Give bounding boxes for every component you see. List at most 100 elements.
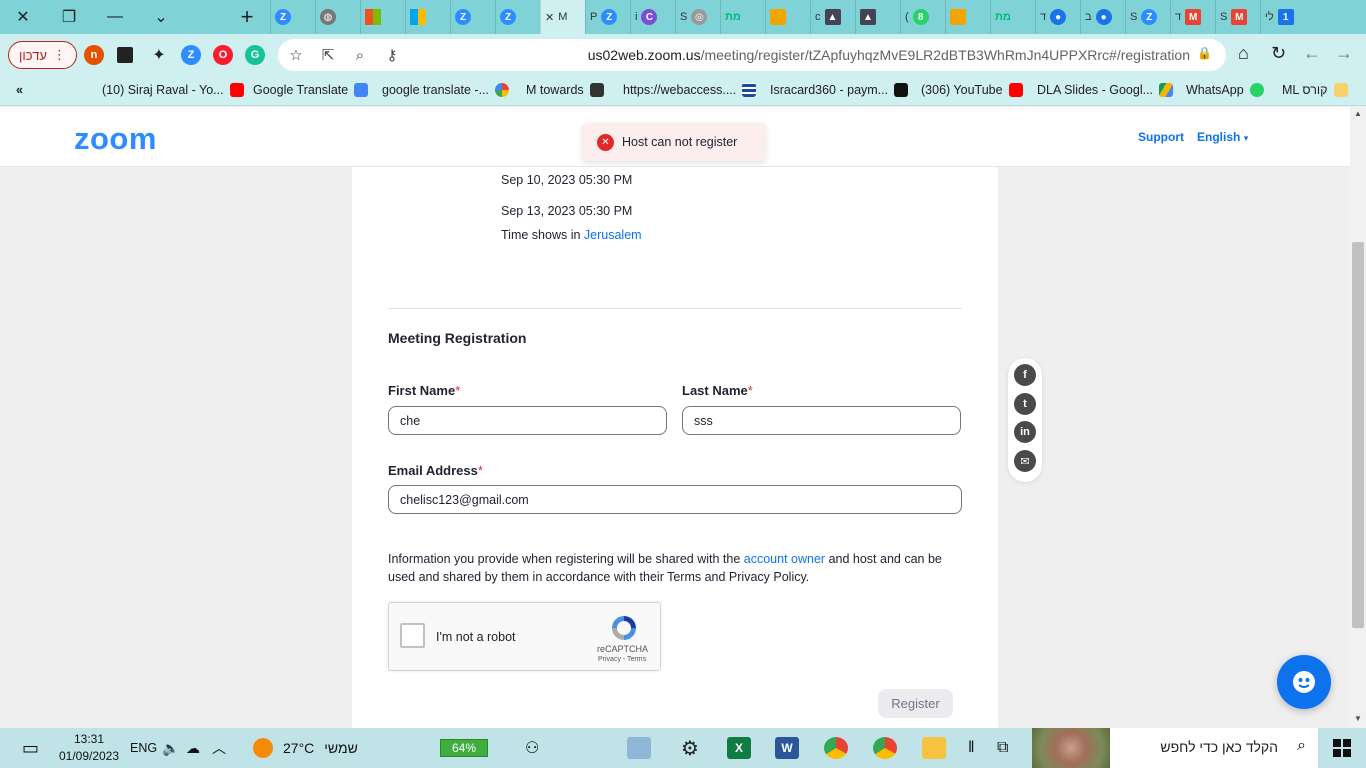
- scroll-down-arrow-icon[interactable]: ▼: [1354, 714, 1362, 723]
- browser-tab[interactable]: Z: [495, 0, 540, 34]
- first-name-field[interactable]: [388, 406, 667, 435]
- file-explorer-icon[interactable]: [922, 737, 946, 759]
- update-browser-button[interactable]: עדכון ⋮: [8, 41, 77, 69]
- url-text[interactable]: us02web.zoom.us/meeting/register/tZApfuy…: [588, 47, 1190, 63]
- weather-widget[interactable]: 27°C שמשי: [253, 728, 358, 768]
- zoom-logo[interactable]: zoom: [74, 121, 157, 157]
- chat-assistant-button[interactable]: [1277, 655, 1331, 709]
- profile-avatar-icon[interactable]: n: [84, 45, 104, 65]
- people-icon[interactable]: ⚇: [525, 728, 539, 768]
- browser-tab[interactable]: c ▲: [810, 0, 855, 34]
- youtube-icon: [1008, 83, 1023, 97]
- register-button[interactable]: Register: [878, 689, 953, 718]
- show-hidden-icons-chevron[interactable]: ︿: [212, 728, 226, 768]
- sidebar-panel-icon[interactable]: [117, 47, 133, 63]
- recaptcha-checkbox[interactable]: [400, 623, 425, 648]
- zoom-extension-icon[interactable]: Z: [181, 45, 201, 65]
- chrome-icon[interactable]: [824, 737, 848, 759]
- browser-tab[interactable]: ב ●: [1080, 0, 1125, 34]
- excel-icon[interactable]: X: [727, 737, 751, 759]
- bookmark-item[interactable]: (10) Siraj Raval - Yo...: [102, 83, 244, 97]
- browser-tab[interactable]: [405, 0, 450, 34]
- bookmark-folder[interactable]: ML קורס: [1282, 83, 1348, 97]
- bookmarks-overflow-icon[interactable]: «: [16, 83, 23, 97]
- omnibox[interactable]: ☆ ⇱ ⌕ ⚷ us02web.zoom.us/meeting/register…: [278, 39, 1226, 71]
- browser-tab[interactable]: [360, 0, 405, 34]
- tab-search-chevron-icon[interactable]: ⌄: [138, 0, 184, 34]
- word-icon[interactable]: W: [775, 737, 799, 759]
- browser-tab[interactable]: לי 1: [1260, 0, 1305, 34]
- home-icon[interactable]: ⌂: [1238, 43, 1249, 64]
- bookmark-item[interactable]: Isracard360 - paym...: [770, 83, 909, 97]
- chrome-icon[interactable]: [873, 737, 897, 759]
- account-owner-link[interactable]: account owner: [744, 552, 825, 566]
- task-view-icon[interactable]: ⧉: [997, 728, 1008, 768]
- browser-tab[interactable]: SZ: [1125, 0, 1170, 34]
- browser-tab[interactable]: מת: [990, 0, 1035, 34]
- reload-icon[interactable]: ↻: [1271, 43, 1286, 64]
- email-icon[interactable]: ✉: [1014, 450, 1036, 472]
- bookmark-star-icon[interactable]: ☆: [280, 46, 312, 64]
- browser-tab[interactable]: ◍: [315, 0, 360, 34]
- bookmark-item[interactable]: M towards: [526, 83, 604, 97]
- opera-extension-icon[interactable]: O: [213, 45, 233, 65]
- recaptcha-terms-link[interactable]: Privacy - Terms: [598, 656, 646, 663]
- minimize-window-icon[interactable]: —: [92, 0, 138, 34]
- restore-window-icon[interactable]: ❐: [46, 0, 92, 34]
- bookmark-item[interactable]: https://webaccess....: [623, 83, 757, 97]
- browser-tab[interactable]: [945, 0, 990, 34]
- scrollbar-thumb[interactable]: [1352, 242, 1364, 628]
- close-tab-icon[interactable]: ✕: [545, 11, 554, 24]
- browser-tab[interactable]: PZ: [585, 0, 630, 34]
- bookmark-item[interactable]: Google Translate: [253, 83, 369, 97]
- zoom-lens-icon[interactable]: ⌕: [344, 47, 376, 64]
- browser-tab[interactable]: [765, 0, 810, 34]
- recaptcha-label: I'm not a robot: [436, 630, 516, 644]
- scroll-up-arrow-icon[interactable]: ▲: [1354, 109, 1362, 118]
- language-dropdown[interactable]: English ▾: [1197, 130, 1248, 144]
- browser-tab[interactable]: Z: [270, 0, 315, 34]
- browser-tab[interactable]: S ◎: [675, 0, 720, 34]
- settings-gear-icon[interactable]: ⚙: [678, 737, 702, 760]
- page-scrollbar[interactable]: ▲ ▼: [1350, 107, 1366, 728]
- bookmark-item[interactable]: WhatsApp: [1186, 83, 1264, 97]
- close-window-icon[interactable]: ✕: [0, 0, 46, 34]
- volume-muted-icon[interactable]: 🔈: [162, 728, 179, 768]
- twitter-icon[interactable]: t: [1014, 393, 1036, 415]
- bookmark-item[interactable]: DLA Slides - Googl...: [1037, 83, 1174, 97]
- grammarly-extension-icon[interactable]: G: [245, 45, 265, 65]
- last-name-field[interactable]: [682, 406, 961, 435]
- browser-tab[interactable]: (8: [900, 0, 945, 34]
- share-icon[interactable]: ⇱: [312, 46, 344, 64]
- browser-tab[interactable]: ד ●: [1035, 0, 1080, 34]
- pause-icon[interactable]: ‖: [968, 728, 975, 768]
- browser-tab[interactable]: SM: [1215, 0, 1260, 34]
- password-key-icon[interactable]: ⚷: [376, 46, 408, 64]
- system-clock[interactable]: 13:31 01/09/2023: [52, 731, 126, 765]
- windows-start-icon[interactable]: [1333, 728, 1351, 768]
- browser-tab[interactable]: iC: [630, 0, 675, 34]
- facebook-icon[interactable]: f: [1014, 364, 1036, 386]
- browser-tab[interactable]: Z: [450, 0, 495, 34]
- browser-tab[interactable]: דM: [1170, 0, 1215, 34]
- input-language[interactable]: ENG: [130, 728, 157, 768]
- taskbar-search[interactable]: הקלד כאן כדי לחפש ⌕: [1032, 728, 1318, 768]
- onedrive-icon[interactable]: ☁: [186, 728, 200, 768]
- new-tab-icon[interactable]: +: [224, 0, 270, 34]
- browser-tab[interactable]: מת: [720, 0, 765, 34]
- linkedin-icon[interactable]: in: [1014, 421, 1036, 443]
- support-link[interactable]: Support: [1138, 130, 1184, 144]
- timezone-link[interactable]: Jerusalem: [584, 228, 642, 242]
- browser-tab[interactable]: ▲: [855, 0, 900, 34]
- email-field[interactable]: [388, 485, 962, 514]
- bookmark-item[interactable]: (306) YouTube: [921, 83, 1023, 97]
- battery-indicator[interactable]: 64%: [440, 739, 488, 757]
- lock-icon[interactable]: 🔒: [1197, 46, 1212, 60]
- bookmark-item[interactable]: google translate -...: [382, 83, 510, 97]
- browser-tab-active[interactable]: ✕ M: [540, 0, 585, 34]
- notifications-icon[interactable]: ▭: [22, 728, 39, 768]
- forward-arrow-icon[interactable]: →: [1335, 43, 1353, 64]
- back-arrow-icon[interactable]: ←: [1303, 43, 1321, 64]
- taskbar-app-icon[interactable]: [627, 737, 651, 759]
- extensions-puzzle-icon[interactable]: ✦: [149, 45, 169, 65]
